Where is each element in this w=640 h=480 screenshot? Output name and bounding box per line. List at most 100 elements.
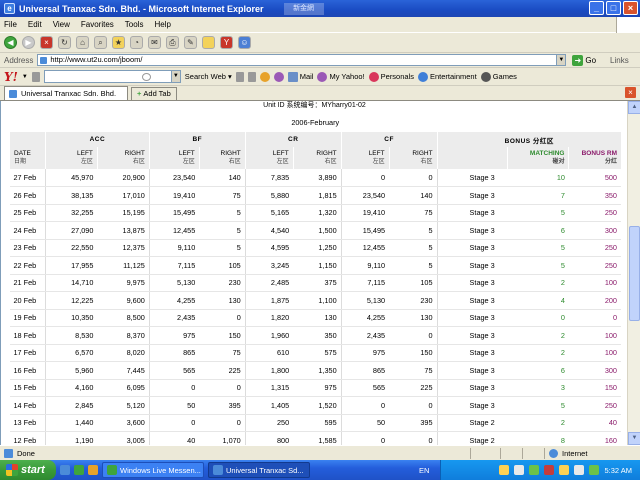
quicklaunch-messenger-icon[interactable] [74,465,84,475]
cell-bf-r: 0 [199,309,246,327]
cell-cf-l: 0 [340,169,390,187]
cell-bf-r: 5 [199,239,246,257]
pen-icon[interactable] [247,71,256,82]
cell-bonus: 250 [568,396,621,415]
cell-match: 5 [507,204,569,222]
cell-acc-l: 5,960 [44,361,98,380]
scroll-down-icon[interactable]: ▼ [628,432,640,445]
print-icon[interactable]: ⎙ [166,36,179,49]
col-stage [436,147,507,169]
cell-stage: Stage 3 [436,291,507,310]
yahoo-menu-chevron-icon[interactable]: ▼ [22,74,28,80]
yahoo-search-dropdown[interactable]: ▼ [170,70,181,83]
cell-acc-l: 32,255 [44,204,98,222]
scroll-up-icon[interactable]: ▲ [628,101,640,114]
column-header-row: DATE 日期 LEFT 左区 RIGHT 右区 LEFT 左区 RIGHT 右区 LEF… [9,147,621,169]
entertainment-button[interactable]: Entertainment [418,71,477,82]
group-header-empty [9,132,46,147]
mail-icon[interactable]: ✉ [148,36,161,49]
quicklaunch-desktop-icon[interactable] [88,465,98,475]
quicklaunch-ie-icon[interactable] [60,465,70,475]
cell-bf-r: 105 [199,256,246,275]
cell-cr-r: 1,585 [293,431,342,445]
menu-tools[interactable]: Tools [125,20,144,29]
maximize-button[interactable]: □ [606,1,621,15]
security-zone: Internet [544,448,587,459]
messenger-icon [107,465,117,475]
forward-icon[interactable]: ▶ [22,36,35,49]
purple-circle-icon[interactable] [273,71,284,82]
status-divider [500,448,501,459]
favorites-icon[interactable]: ★ [112,36,125,49]
col-acc-right: RIGHT 右区 [96,147,150,169]
games-button[interactable]: Games [480,71,517,82]
address-dropdown[interactable]: ▼ [556,54,567,66]
tray-icon-4[interactable] [544,465,555,475]
folder-icon[interactable] [202,36,215,49]
cell-cr-l: 4,540 [244,221,294,240]
taskbar-item-messenger[interactable]: Windows Live Messen... [102,462,204,478]
go-button[interactable]: ➜ Go [572,54,596,66]
antispy-icon[interactable] [259,71,270,82]
menu-view[interactable]: View [53,20,70,29]
cell-cr-r: 1,815 [293,186,342,205]
language-indicator[interactable]: EN [419,466,429,475]
cell-bf-l: 2,435 [148,309,200,327]
links-button[interactable]: Links [610,56,629,65]
search-web-button[interactable]: Search Web ▾ [185,72,232,81]
plus-icon: + [137,89,142,98]
cell-acc-l: 8,530 [44,326,98,345]
menu-file[interactable]: File [4,20,17,29]
address-url: http://www.ut2u.com/jboom/ [50,55,143,64]
cell-acc-r: 9,600 [97,291,150,310]
tray-icon-3[interactable] [529,465,540,475]
highlight-icon[interactable] [235,71,244,82]
tab-universal-tranxac[interactable]: Universal Tranxac Sdn. Bhd. [4,86,128,100]
stop-icon[interactable]: × [40,36,53,49]
yahoo-logo-icon[interactable]: Y! [4,70,18,84]
cell-acc-r: 17,010 [97,186,150,205]
history-icon[interactable]: ◔ [130,36,143,49]
scroll-thumb[interactable] [629,226,640,321]
tray-icon-6[interactable] [574,465,585,475]
table-row: 17 Feb 6,570 8,020 865 75 610 575 975 150 Stage 3… [9,344,621,362]
table-row: 25 Feb 32,255 15,195 15,495 5 5,165 1,320 19,41… [9,204,621,222]
pencil-icon[interactable] [31,71,40,82]
my-yahoo-button[interactable]: My Yahoo! [317,71,365,82]
tray-icon-7[interactable] [589,465,600,475]
tab-label: Universal Tranxac Sdn. Bhd. [21,89,117,98]
cell-date: 21 Feb [9,274,46,292]
taskbar-item-browser[interactable]: Universal Tranxac Sd... [208,462,310,478]
vertical-scrollbar[interactable]: ▲ ▼ [627,101,640,445]
menu-help[interactable]: Help [154,20,170,29]
mail-button[interactable]: Mail [287,71,313,82]
home-icon[interactable]: ⌂ [76,36,89,49]
messenger-icon[interactable]: ☺ [238,36,251,49]
back-icon[interactable]: ◀ [4,36,17,49]
tray-icon-1[interactable] [499,465,510,475]
menu-edit[interactable]: Edit [28,20,42,29]
cell-acc-l: 2,845 [44,396,98,415]
cell-cf-l: 12,455 [340,239,390,257]
edit-icon[interactable]: ✎ [184,36,197,49]
tray-icon-5[interactable] [559,465,570,475]
zone-label: Internet [562,449,588,458]
personals-button[interactable]: Personals [368,71,414,82]
cell-cf-l: 50 [340,414,390,432]
yahoo-search-input[interactable] [43,70,172,83]
close-button[interactable]: × [623,1,638,15]
search-icon[interactable]: ⌕ [94,36,107,49]
cell-bonus: 100 [568,326,621,345]
menu-favorites[interactable]: Favorites [81,20,114,29]
tray-icon-2[interactable] [514,465,525,475]
cell-bonus: 300 [568,221,621,240]
minimize-button[interactable]: _ [589,1,604,15]
yahoo-toolbar-icon[interactable]: Y [220,36,233,49]
close-tab-button[interactable]: × [625,87,636,98]
start-button[interactable]: start [0,460,56,480]
refresh-icon[interactable]: ↻ [58,36,71,49]
address-input[interactable]: http://www.ut2u.com/jboom/ [37,54,558,66]
cell-match: 3 [507,379,569,397]
cell-cr-l: 1,315 [244,379,294,397]
add-tab-button[interactable]: + Add Tab [131,87,177,100]
